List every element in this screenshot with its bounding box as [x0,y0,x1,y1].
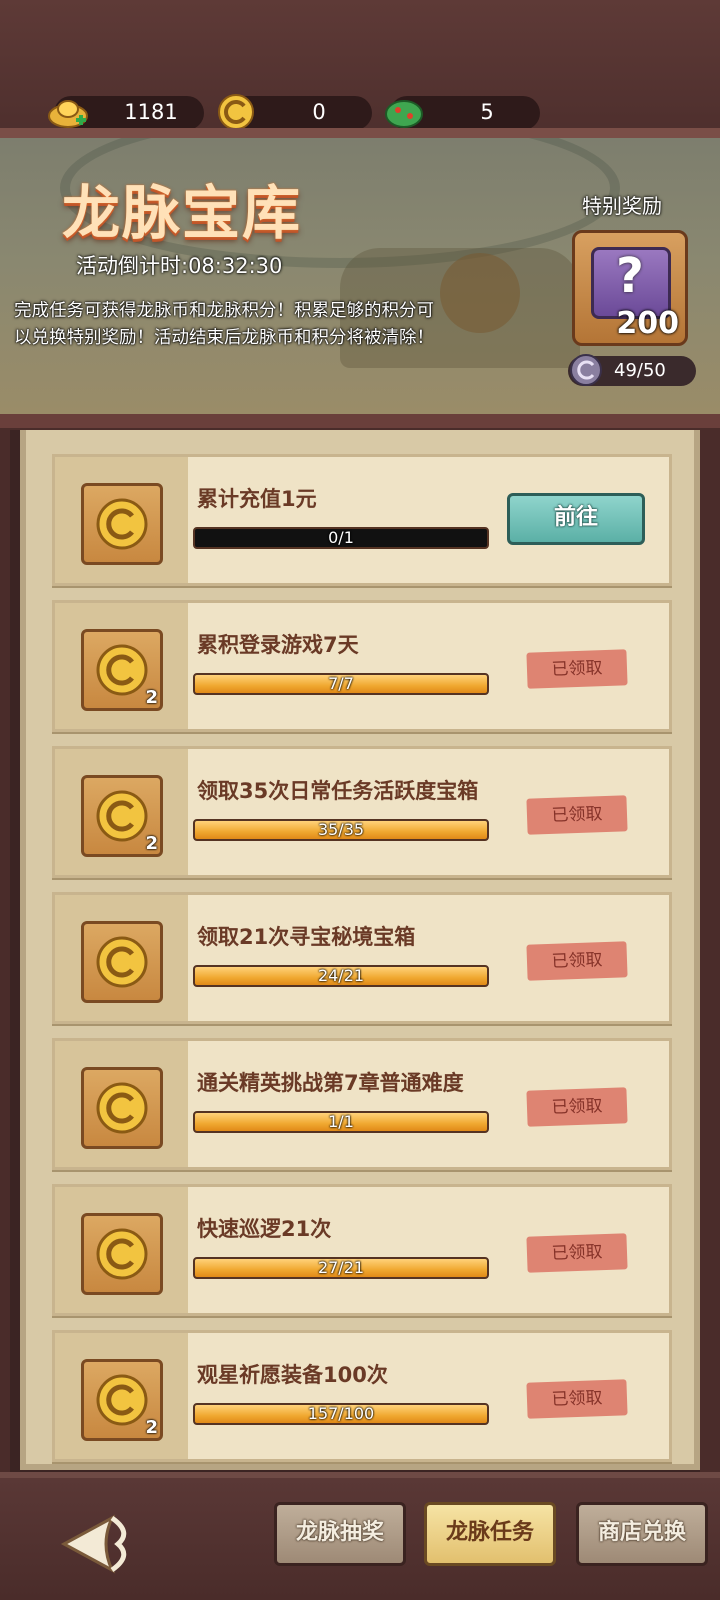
dragon-points-icon [570,354,602,386]
reward-quantity: 2 [145,1417,158,1438]
special-reward-item[interactable]: 200 [572,230,688,346]
go-button[interactable]: 前往 [507,493,645,545]
claimed-stamp: 已领取 [526,1379,628,1419]
jade-dragon-counter[interactable]: 5 [385,96,540,130]
progress-text: 24/21 [317,966,365,985]
event-countdown: 活动倒计时:08:32:30 [76,254,283,278]
reward-slot[interactable]: 2 [81,629,163,711]
task-name: 累积登录游戏7天 [197,633,359,657]
dragon-coin-icon [96,1082,148,1134]
page-title: 龙脉宝库 [62,179,303,247]
jade-dragon-value: 5 [480,100,494,124]
task-name: 领取21次寻宝秘境宝箱 [197,925,416,949]
task-card: 累计充值1元 0/1 前往 [52,454,672,586]
task-progress-bar: 24/21 [193,965,489,987]
task-name: 累计充值1元 [197,487,317,511]
dragon-coin-icon [96,1374,148,1426]
banner-bg-bag [440,253,520,333]
task-progress-bar: 7/7 [193,673,489,695]
dragon-coin-icon [96,936,148,988]
tab-dragon-tasks[interactable]: 龙脉任务 [424,1502,556,1566]
reward-slot[interactable]: 2 [81,1359,163,1441]
task-progress-bar: 0/1 [193,527,489,549]
reward-quantity: 2 [145,687,158,708]
task-name: 通关精英挑战第7章普通难度 [197,1071,464,1095]
dragon-coin-icon [96,644,148,696]
reward-slot[interactable] [81,921,163,1003]
task-progress-bar: 35/35 [193,819,489,841]
task-card: 快速巡逻21次 27/21 已领取 [52,1184,672,1316]
claimed-stamp: 已领取 [526,795,628,835]
gold-ingot-counter[interactable]: 1181 [48,96,204,130]
task-card: 2 累积登录游戏7天 7/7 已领取 [52,600,672,732]
top-bar: 1181 0 5 [0,0,720,135]
progress-text: 0/1 [328,528,354,547]
event-banner: 龙脉宝库 活动倒计时:08:32:30 完成任务可获得龙脉币和龙脉积分！积累足够… [0,128,720,428]
dragon-coin-icon [96,790,148,842]
task-card: 通关精英挑战第7章普通难度 1/1 已领取 [52,1038,672,1170]
tab-dragon-lottery[interactable]: 龙脉抽奖 [274,1502,406,1566]
progress-text: 157/100 [307,1404,375,1423]
claimed-stamp: 已领取 [526,1087,628,1127]
dragon-coin-counter[interactable]: 0 [218,94,372,130]
back-arrow-icon[interactable] [56,1512,136,1576]
task-list[interactable]: 累计充值1元 0/1 前往 2 累积登录游戏7天 7/7 已领取 2 领取35次… [20,430,700,1470]
event-description: 完成任务可获得龙脉币和龙脉积分！积累足够的积分可以兑换特别奖励！活动结束后龙脉币… [14,301,434,348]
claimed-stamp: 已领取 [526,941,628,981]
dragon-coin-icon [96,1228,148,1280]
task-card: 2 观星祈愿装备100次 157/100 已领取 [52,1330,672,1462]
reward-quantity: 2 [145,833,158,854]
progress-text: 7/7 [328,674,354,693]
dragon-points-value: 49/50 [614,360,666,381]
task-name: 观星祈愿装备100次 [197,1363,388,1387]
reward-slot[interactable] [81,1067,163,1149]
claimed-stamp: 已领取 [526,649,628,689]
claimed-stamp: 已领取 [526,1233,628,1273]
task-name: 快速巡逻21次 [197,1217,332,1241]
gold-ingot-value: 1181 [124,100,178,124]
dragon-points-counter: 49/50 [568,354,696,386]
task-name: 领取35次日常任务活跃度宝箱 [197,779,479,803]
progress-text: 1/1 [328,1112,354,1131]
dragon-coin-value: 0 [312,100,326,124]
dragon-coin-icon [96,498,148,550]
task-progress-bar: 27/21 [193,1257,489,1279]
progress-text: 35/35 [317,820,365,839]
bottom-nav: 龙脉抽奖 龙脉任务 商店兑换 [0,1472,720,1600]
task-card: 2 领取35次日常任务活跃度宝箱 35/35 已领取 [52,746,672,878]
reward-slot[interactable] [81,483,163,565]
reward-slot[interactable] [81,1213,163,1295]
progress-text: 27/21 [317,1258,365,1277]
task-card: 领取21次寻宝秘境宝箱 24/21 已领取 [52,892,672,1024]
special-reward-label: 特别奖励 [582,194,662,218]
tab-shop-exchange[interactable]: 商店兑换 [576,1502,708,1566]
task-progress-bar: 1/1 [193,1111,489,1133]
task-progress-bar: 157/100 [193,1403,489,1425]
special-reward-count: 200 [616,306,679,341]
reward-slot[interactable]: 2 [81,775,163,857]
